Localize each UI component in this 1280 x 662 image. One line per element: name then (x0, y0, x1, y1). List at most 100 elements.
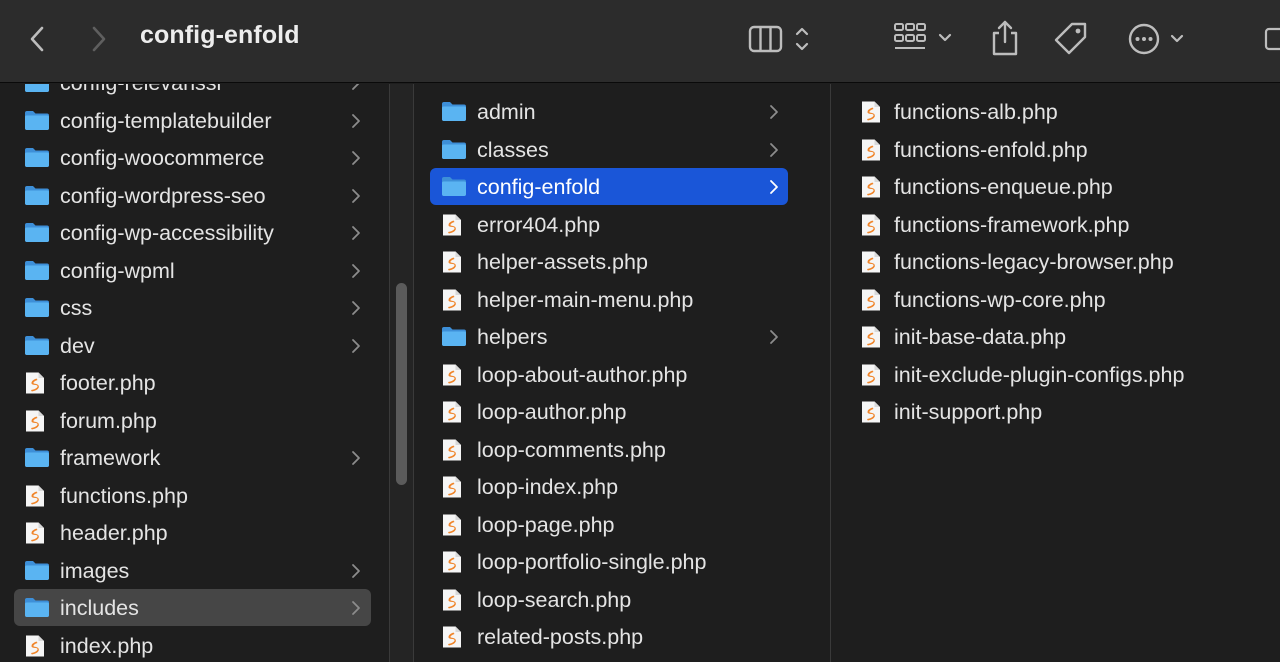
php-file-icon (441, 475, 467, 499)
chevron-right-icon (350, 224, 362, 242)
chevron-left-icon[interactable] (22, 22, 52, 56)
folder-row[interactable]: config-templatebuilder (0, 102, 389, 139)
toolbar: config-enfold (0, 0, 1280, 83)
scrollbar-thumb[interactable] (396, 283, 407, 485)
php-file-icon (441, 438, 467, 462)
php-file-icon (441, 288, 467, 312)
item-label: init-exclude-plugin-configs.php (894, 362, 1185, 387)
item-label: footer.php (60, 371, 156, 395)
file-row[interactable]: loop-index.php (414, 468, 805, 505)
item-label: loop-portfolio-single.php (477, 550, 707, 574)
folder-row[interactable]: classes (414, 131, 805, 168)
folder-row[interactable]: config-wordpress-seo (0, 177, 389, 214)
window-title: config-enfold (140, 21, 300, 49)
file-row[interactable]: functions-enfold.php (831, 131, 1280, 168)
folder-row[interactable]: framework (0, 439, 389, 476)
file-row[interactable]: footer.php (0, 364, 389, 401)
folder-row[interactable]: dev (0, 327, 389, 364)
group-grid-icon[interactable] (892, 20, 958, 56)
folder-icon (24, 84, 50, 95)
share-icon[interactable] (988, 18, 1022, 58)
file-row[interactable]: loop-search.php (414, 581, 805, 618)
folder-icon (441, 138, 467, 162)
php-file-icon (441, 213, 467, 237)
file-row[interactable]: functions-wp-core.php (831, 281, 1280, 318)
file-row[interactable]: loop-about-author.php (414, 356, 805, 393)
file-row[interactable]: loop-comments.php (414, 431, 805, 468)
file-row[interactable]: helper-assets.php (414, 243, 805, 280)
item-label: functions.php (60, 483, 188, 508)
folder-icon (24, 259, 50, 283)
chevron-right-icon[interactable] (84, 22, 114, 56)
columns-view-icon[interactable] (745, 22, 815, 56)
item-label: helper-assets.php (477, 250, 648, 274)
item-label: header.php (60, 521, 168, 545)
file-row[interactable]: error404.php (414, 206, 805, 243)
more-icon[interactable] (1126, 20, 1190, 58)
php-file-icon (860, 288, 886, 312)
item-label: helper-main-menu.php (477, 287, 694, 312)
chevron-right-icon (350, 599, 362, 617)
folder-row[interactable]: config-wpml (0, 252, 389, 289)
php-file-icon (860, 138, 886, 162)
file-row[interactable]: index.php (0, 627, 389, 662)
finder-window: config-enfold config-templatebuilder con… (0, 0, 1280, 662)
file-row[interactable]: functions-enqueue.php (831, 168, 1280, 205)
folder-icon (24, 109, 50, 133)
file-row[interactable]: init-support.php (831, 393, 1280, 430)
file-row[interactable]: loop-portfolio-single.php (414, 543, 805, 580)
folder-row[interactable]: config-wp-accessibility (0, 214, 389, 251)
item-label: config-wp-accessibility (60, 221, 274, 245)
php-file-icon (860, 250, 886, 274)
file-row[interactable]: functions-legacy-browser.php (831, 243, 1280, 280)
item-label: functions-framework.php (894, 212, 1130, 237)
column-parent[interactable]: config-relevanssi config-templatebuilder c… (0, 84, 389, 662)
php-file-icon (860, 100, 886, 124)
folder-icon (441, 325, 467, 349)
folder-row[interactable]: config-enfold (414, 168, 805, 205)
php-file-icon (441, 550, 467, 574)
folder-row[interactable]: helpers (414, 318, 805, 355)
file-row[interactable]: loop-page.php (414, 506, 805, 543)
folder-row[interactable]: images (0, 552, 389, 589)
tag-icon[interactable] (1052, 20, 1090, 58)
file-row[interactable]: helper-main-menu.php (414, 281, 805, 318)
item-label: admin (477, 100, 536, 124)
item-label: config-wordpress-seo (60, 183, 266, 208)
folder-row[interactable]: css (0, 289, 389, 326)
item-label: loop-about-author.php (477, 362, 688, 387)
column-child[interactable]: functions-alb.php functions-enfold.php fun… (831, 84, 1280, 662)
file-row[interactable]: related-posts.php (414, 618, 805, 655)
php-file-icon (860, 325, 886, 349)
folder-icon (24, 559, 50, 583)
sidebar-icon[interactable] (1262, 24, 1280, 54)
column-current[interactable]: admin classes config-enfold error404.php hel… (414, 84, 805, 662)
file-row[interactable]: init-exclude-plugin-configs.php (831, 356, 1280, 393)
php-file-icon (24, 484, 50, 508)
php-file-icon (860, 400, 886, 424)
file-row[interactable]: functions-alb.php (831, 93, 1280, 130)
file-row[interactable]: header.php (0, 514, 389, 551)
folder-icon (24, 146, 50, 170)
chevron-right-icon (350, 337, 362, 355)
file-row[interactable]: init-base-data.php (831, 318, 1280, 355)
file-row[interactable]: forum.php (0, 402, 389, 439)
item-label: init-base-data.php (894, 325, 1067, 349)
php-file-icon (441, 250, 467, 274)
folder-row[interactable]: config-relevanssi (0, 84, 389, 101)
folder-row[interactable]: config-woocommerce (0, 139, 389, 176)
folder-row[interactable]: admin (414, 93, 805, 130)
php-file-icon (24, 634, 50, 658)
item-label: index.php (60, 633, 154, 658)
file-row[interactable]: functions-framework.php (831, 206, 1280, 243)
item-label: css (60, 296, 93, 320)
column-divider[interactable] (389, 84, 390, 662)
file-row[interactable]: loop-author.php (414, 393, 805, 430)
item-label: functions-enfold.php (894, 137, 1088, 162)
folder-row[interactable]: includes (0, 589, 389, 626)
file-row[interactable]: functions.php (0, 477, 389, 514)
item-label: includes (60, 596, 139, 620)
item-label: helpers (477, 325, 548, 349)
item-label: dev (60, 333, 95, 358)
php-file-icon (24, 521, 50, 545)
